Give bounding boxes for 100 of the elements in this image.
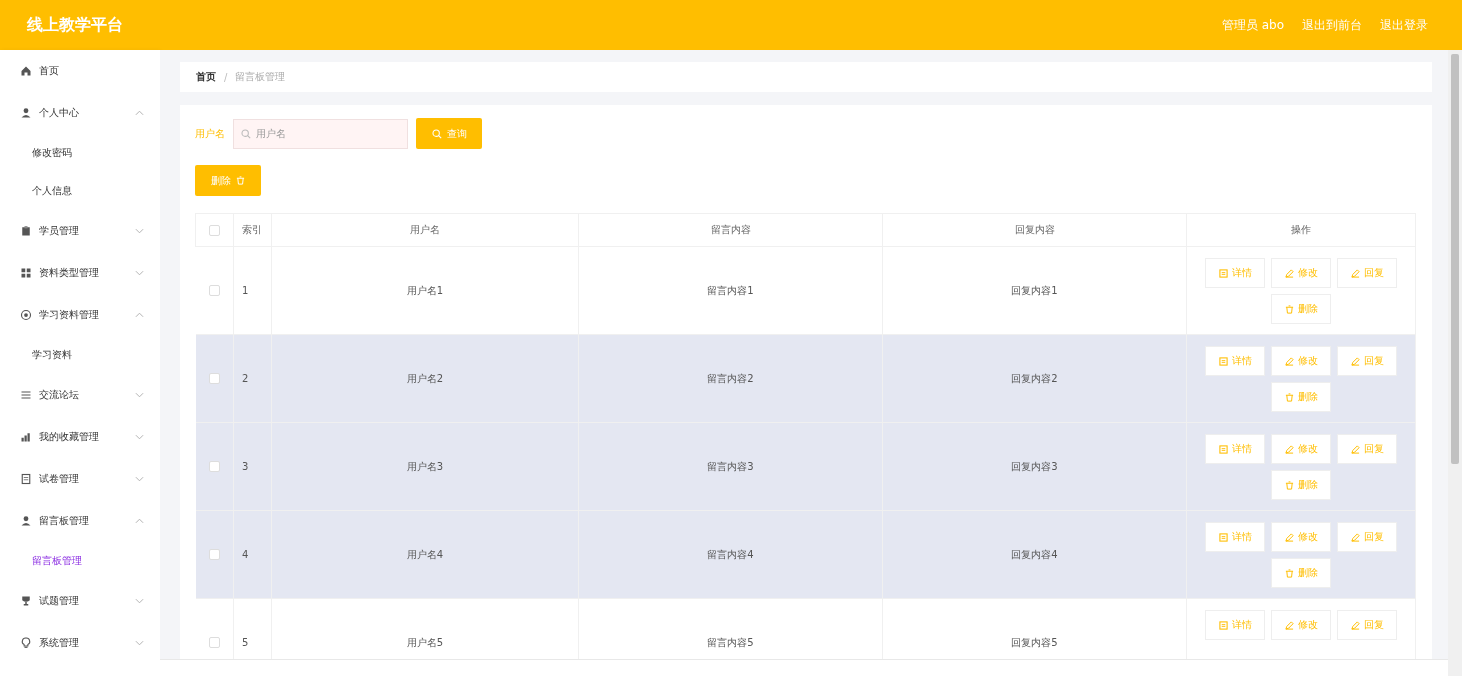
table-cell: 1 (233, 246, 272, 335)
pencil-icon (1350, 356, 1360, 366)
pencil-icon (1284, 444, 1294, 454)
checkbox[interactable] (208, 461, 220, 473)
search-icon (241, 128, 251, 139)
breadcrumb-item[interactable]: 首页 (196, 70, 216, 84)
action-button[interactable]: 回复 (1337, 522, 1397, 552)
menu-icon (20, 389, 32, 401)
bulb-icon (20, 637, 32, 649)
trash-icon (1284, 568, 1294, 578)
menu-item[interactable]: 首页 (0, 50, 160, 92)
menu-item[interactable]: 试卷管理 (0, 458, 160, 500)
pencil-icon (1350, 268, 1360, 278)
pencil-icon (1284, 356, 1294, 366)
pencil-icon (1284, 268, 1294, 278)
search-field[interactable]: 用户名 (233, 118, 408, 149)
action-button[interactable]: 删除 (1271, 294, 1331, 324)
field-label: 用户名 (195, 126, 225, 141)
checkbox[interactable] (208, 285, 220, 297)
menu-item[interactable]: 资料类型管理 (0, 252, 160, 294)
table-cell: 留言内容3 (578, 422, 883, 511)
trash-icon (236, 176, 245, 185)
document-icon (1218, 620, 1228, 630)
breadcrumb-item: 留言板管理 (235, 70, 286, 84)
pencil-icon (1350, 532, 1360, 542)
table-cell: 3 (233, 422, 272, 511)
action-button[interactable]: 详情 (1205, 610, 1265, 640)
search-button[interactable]: 查询 (416, 118, 482, 149)
scrollbar[interactable] (1448, 50, 1462, 676)
person-icon (20, 107, 32, 119)
menu-item[interactable]: 个人中心 (0, 92, 160, 134)
menu-item[interactable]: 学习资料管理 (0, 294, 160, 336)
table-cell: 回复内容4 (882, 510, 1187, 599)
header-link[interactable]: 管理员 abo (1221, 16, 1284, 34)
checkbox[interactable] (208, 373, 220, 385)
breadcrumb-separator: / (224, 71, 228, 83)
bar-chart-icon (20, 431, 32, 443)
trash-icon (1284, 304, 1294, 314)
action-button[interactable]: 修改 (1271, 258, 1331, 288)
header-link[interactable]: 退出到前台 (1302, 16, 1362, 34)
table-cell: 回复内容2 (882, 334, 1187, 423)
column-header: 留言内容 (578, 213, 883, 247)
checkbox[interactable] (209, 224, 220, 236)
table-cell: 用户名4 (271, 510, 579, 599)
table-cell: 4 (233, 510, 272, 599)
document-icon (1218, 356, 1228, 366)
document-icon (1218, 532, 1228, 542)
checkbox[interactable] (208, 549, 220, 561)
clipboard-icon (20, 225, 32, 237)
action-button[interactable]: 删除 (1271, 382, 1331, 412)
person-icon (20, 515, 32, 527)
table-cell: 回复内容3 (882, 422, 1187, 511)
action-button[interactable]: 回复 (1337, 346, 1397, 376)
submenu-item[interactable]: 留言板管理 (0, 542, 160, 580)
table-cell: 用户名1 (271, 246, 579, 335)
document-icon (1218, 444, 1228, 454)
app-title: 线上教学平台 (27, 14, 124, 36)
menu-item[interactable]: 我的收藏管理 (0, 416, 160, 458)
action-button[interactable]: 回复 (1337, 258, 1397, 288)
search-icon (431, 128, 442, 139)
checkbox[interactable] (208, 637, 220, 649)
menu-item[interactable]: 系统管理 (0, 622, 160, 664)
action-button[interactable]: 详情 (1205, 258, 1265, 288)
delete-button[interactable]: 删除 (195, 165, 261, 196)
submenu-item[interactable]: 学习资料 (0, 336, 160, 374)
submenu-item[interactable]: 个人信息 (0, 172, 160, 210)
menu-item[interactable]: 留言板管理 (0, 500, 160, 542)
table-cell: 留言内容2 (578, 334, 883, 423)
table-cell: 回复内容1 (882, 246, 1187, 335)
menu-item[interactable]: 试题管理 (0, 580, 160, 622)
column-header: 操作 (1186, 213, 1416, 247)
trash-icon (1284, 480, 1294, 490)
column-header: 用户名 (271, 213, 579, 247)
document-icon (20, 473, 32, 485)
home-icon (20, 65, 32, 77)
menu-item[interactable]: 学员管理 (0, 210, 160, 252)
circle-icon (20, 309, 32, 321)
action-button[interactable]: 回复 (1337, 434, 1397, 464)
action-button[interactable]: 删除 (1271, 470, 1331, 500)
pencil-icon (1284, 620, 1294, 630)
grid-icon (20, 267, 32, 279)
action-button[interactable]: 详情 (1205, 522, 1265, 552)
column-header: 索引 (233, 213, 272, 247)
table-cell: 2 (233, 334, 272, 423)
pencil-icon (1350, 444, 1360, 454)
table-cell: 用户名2 (271, 334, 579, 423)
header-link[interactable]: 退出登录 (1380, 16, 1428, 34)
trash-icon (1284, 392, 1294, 402)
action-button[interactable]: 修改 (1271, 346, 1331, 376)
action-button[interactable]: 修改 (1271, 522, 1331, 552)
submenu-item[interactable]: 修改密码 (0, 134, 160, 172)
pencil-icon (1350, 620, 1360, 630)
action-button[interactable]: 修改 (1271, 434, 1331, 464)
action-button[interactable]: 回复 (1337, 610, 1397, 640)
action-button[interactable]: 删除 (1271, 558, 1331, 588)
action-button[interactable]: 详情 (1205, 346, 1265, 376)
menu-item[interactable]: 交流论坛 (0, 374, 160, 416)
action-button[interactable]: 修改 (1271, 610, 1331, 640)
action-button[interactable]: 详情 (1205, 434, 1265, 464)
pencil-icon (1284, 532, 1294, 542)
